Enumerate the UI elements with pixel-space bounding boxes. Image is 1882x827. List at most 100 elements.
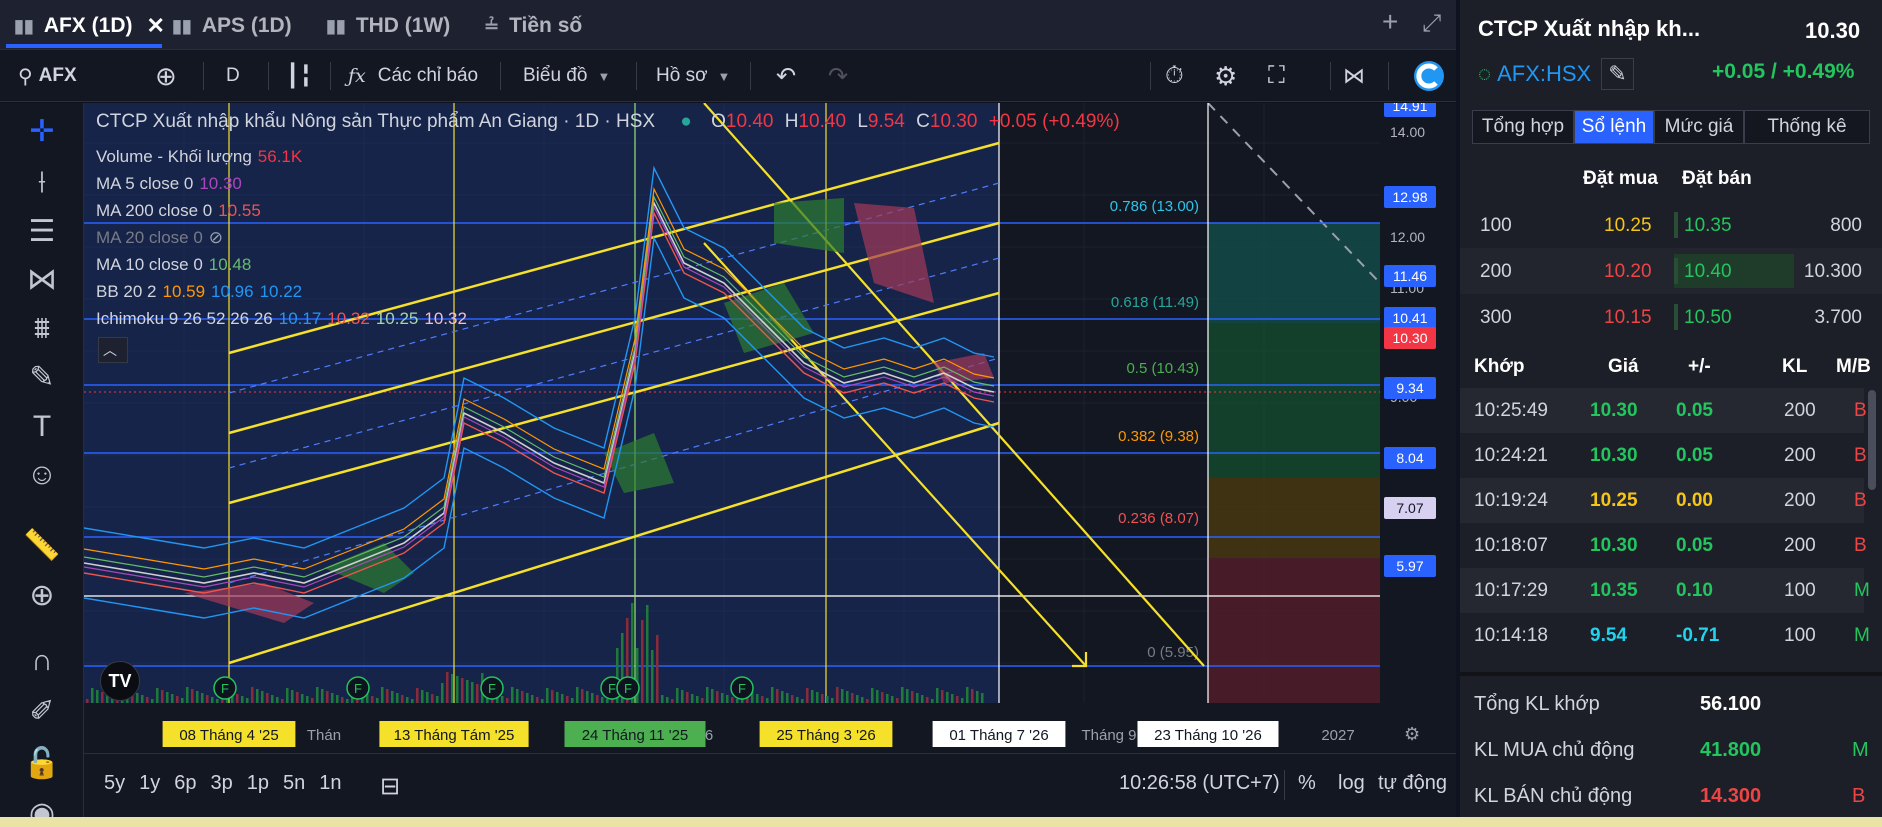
brush-icon[interactable]: ✎ bbox=[20, 357, 64, 397]
close-icon[interactable]: ✕ bbox=[146, 13, 164, 39]
candles-icon[interactable]: ┃╏ bbox=[286, 50, 313, 102]
legend-bb[interactable]: BB 20 2 10.59 10.96 10.22 bbox=[96, 282, 308, 302]
log-toggle[interactable]: log bbox=[1338, 772, 1365, 795]
range-button-5y[interactable]: 5y bbox=[104, 772, 125, 795]
pattern-icon[interactable]: ⋈ bbox=[20, 259, 64, 299]
range-button-1n[interactable]: 1n bbox=[319, 772, 341, 795]
tab-aps[interactable]: ▮▮ APS (1D) bbox=[172, 6, 292, 46]
horizontal-lines-icon[interactable]: ☰ bbox=[20, 211, 64, 251]
ohlc-close-label: C bbox=[916, 111, 930, 132]
trade-row[interactable]: 10:24:21 10.30 0.05 200 B bbox=[1460, 433, 1867, 478]
ruler-icon[interactable]: 📏 bbox=[20, 525, 64, 565]
zoom-in-icon[interactable]: ⊕ bbox=[20, 575, 64, 615]
trade-row[interactable]: 10:25:49 10.30 0.05 200 B bbox=[1460, 388, 1867, 433]
ohlc-high: 10.40 bbox=[798, 111, 847, 132]
range-button-1y[interactable]: 1y bbox=[139, 772, 160, 795]
range-button-6p[interactable]: 6p bbox=[174, 772, 196, 795]
refresh-icon[interactable]: ◌ bbox=[1478, 61, 1491, 87]
profile-dropdown[interactable]: Hồ sơ ▼ bbox=[656, 50, 730, 102]
undo-icon[interactable]: ↶ bbox=[776, 50, 796, 102]
share-icon[interactable]: ⋈ bbox=[1343, 50, 1365, 102]
volume-bar bbox=[541, 699, 544, 703]
range-button-3p[interactable]: 3p bbox=[211, 772, 233, 795]
volume-bar bbox=[676, 688, 679, 703]
volume-bar bbox=[521, 691, 524, 703]
add-tab-icon[interactable]: + bbox=[1382, 6, 1398, 38]
crosshair-icon[interactable]: ✛ bbox=[20, 111, 64, 151]
edit-icon[interactable]: ✎ bbox=[1601, 58, 1634, 90]
ohlc-high-label: H bbox=[784, 111, 799, 132]
collapse-sidebar-icon[interactable]: ‹ bbox=[84, 703, 85, 719]
volume-bar bbox=[866, 699, 869, 703]
legend-ma10[interactable]: MA 10 close 0 10.48 bbox=[96, 255, 257, 275]
date-range-icon[interactable]: ⊟ bbox=[380, 772, 400, 801]
volume-bar bbox=[306, 696, 309, 703]
compare-add-icon[interactable]: ⊕ bbox=[155, 50, 177, 102]
trade-row[interactable]: 10:17:29 10.35 0.10 100 M bbox=[1460, 568, 1870, 613]
volume-bar bbox=[826, 696, 829, 703]
legend-ma200[interactable]: MA 200 close 0 10.55 bbox=[96, 201, 267, 221]
tab-afx[interactable]: ▮▮ AFX (1D) ✕ bbox=[14, 6, 165, 46]
tradingview-logo[interactable]: TV bbox=[100, 661, 140, 701]
expand-icon[interactable]: ⤢ bbox=[1422, 10, 1441, 38]
order-book-row[interactable]: 300 10.15 10.50 3.700 bbox=[1460, 294, 1882, 340]
redo-icon[interactable]: ↷ bbox=[828, 50, 848, 102]
chart-canvas[interactable]: 0.786 (13.00) 0.618 (11.49) 0.5 (10.43) 0.3… bbox=[84, 103, 1456, 753]
trades-scrollbar[interactable] bbox=[1868, 390, 1876, 490]
percent-toggle[interactable]: % bbox=[1298, 772, 1316, 795]
legend-ma5[interactable]: MA 5 close 0 10.30 bbox=[96, 174, 248, 194]
range-button-1p[interactable]: 1p bbox=[247, 772, 269, 795]
volume-bar bbox=[816, 692, 819, 703]
summary-row: KL MUA chủ động 41.800 M bbox=[1466, 728, 1876, 773]
fib-tool-icon[interactable]: ⩩ bbox=[20, 309, 64, 349]
collapse-legend-button[interactable]: ︿ bbox=[98, 337, 128, 363]
symbol-search[interactable]: ⚲ AFX bbox=[18, 50, 77, 102]
legend-ichimoku[interactable]: Ichimoku 9 26 52 26 26 10.17 10.32 10.25 10.… bbox=[96, 309, 473, 329]
lock-drawing-icon[interactable]: ✐ bbox=[20, 691, 64, 731]
legend-ma20[interactable]: MA 20 close 0 ⊘ bbox=[96, 228, 229, 248]
volume-bar bbox=[136, 693, 139, 703]
trend-line-icon[interactable]: ⟊ bbox=[20, 163, 64, 203]
volume-bar bbox=[396, 693, 399, 703]
fib-level-label: 0.618 (11.49) bbox=[1111, 294, 1199, 311]
tab-tien-so[interactable]: ≟ Tiền số bbox=[484, 6, 582, 46]
hidden-eye-icon[interactable]: ⊘ bbox=[209, 228, 223, 247]
subtab-muc-gia[interactable]: Mức giá bbox=[1654, 110, 1744, 144]
alert-icon[interactable]: ⏱ bbox=[1165, 50, 1184, 102]
volume-bar bbox=[431, 694, 434, 703]
indicators-button[interactable]: ƒx Các chỉ báo bbox=[348, 50, 478, 102]
lock-icon[interactable]: 🔓 bbox=[20, 743, 64, 783]
emoji-icon[interactable]: ☺ bbox=[20, 455, 64, 495]
order-book-row[interactable]: 100 10.25 10.35 800 bbox=[1460, 202, 1882, 248]
price-chart[interactable]: 0.786 (13.00) 0.618 (11.49) 0.5 (10.43) 0.3… bbox=[84, 103, 1456, 753]
trade-row[interactable]: 10:14:18 9.54 -0.71 100 M bbox=[1460, 613, 1870, 658]
fullscreen-icon[interactable]: ⛶ bbox=[1268, 50, 1285, 102]
volume-bar bbox=[931, 699, 934, 703]
company-name: CTCP Xuất nhập kh... bbox=[1478, 16, 1701, 41]
tab-thd[interactable]: ▮▮ THD (1W) bbox=[326, 6, 450, 46]
interval-button[interactable]: D bbox=[226, 50, 240, 102]
time-axis-label: 2027 bbox=[1321, 727, 1354, 744]
order-book-row[interactable]: 200 10.20 10.40 10.300 bbox=[1460, 248, 1882, 294]
magnet-icon[interactable]: ∩ bbox=[20, 641, 64, 681]
ask-header: Đặt bán bbox=[1682, 168, 1752, 189]
legend-volume[interactable]: Volume - Khối lượng 56.1K bbox=[96, 147, 308, 167]
chart-type-dropdown[interactable]: Biểu đồ ▼ bbox=[523, 50, 610, 102]
auto-scale-toggle[interactable]: tự động bbox=[1378, 772, 1447, 795]
subtab-so-lenh[interactable]: Sổ lệnh bbox=[1574, 110, 1654, 144]
range-button-5n[interactable]: 5n bbox=[283, 772, 305, 795]
volume-bar bbox=[296, 692, 299, 703]
trade-time: 10:18:07 bbox=[1474, 535, 1548, 556]
volume-bar bbox=[86, 699, 89, 703]
text-tool-icon[interactable]: T bbox=[20, 407, 64, 447]
tab-label: THD (1W) bbox=[355, 14, 451, 37]
subtab-thong-ke[interactable]: Thống kê bbox=[1744, 110, 1870, 144]
volume-bar bbox=[796, 697, 799, 703]
trade-row[interactable]: 10:19:24 10.25 0.00 200 B bbox=[1460, 478, 1867, 523]
fib-zone-0382 bbox=[1208, 478, 1380, 558]
trade-row[interactable]: 10:18:07 10.30 0.05 200 B bbox=[1460, 523, 1867, 568]
gear-icon[interactable]: ⚙ bbox=[1214, 50, 1237, 102]
clock-display[interactable]: 10:26:58 (UTC+7) bbox=[1119, 772, 1280, 795]
scale-settings-icon[interactable]: ⚙ bbox=[1404, 724, 1420, 745]
subtab-tong-hop[interactable]: Tổng hợp bbox=[1472, 110, 1574, 144]
